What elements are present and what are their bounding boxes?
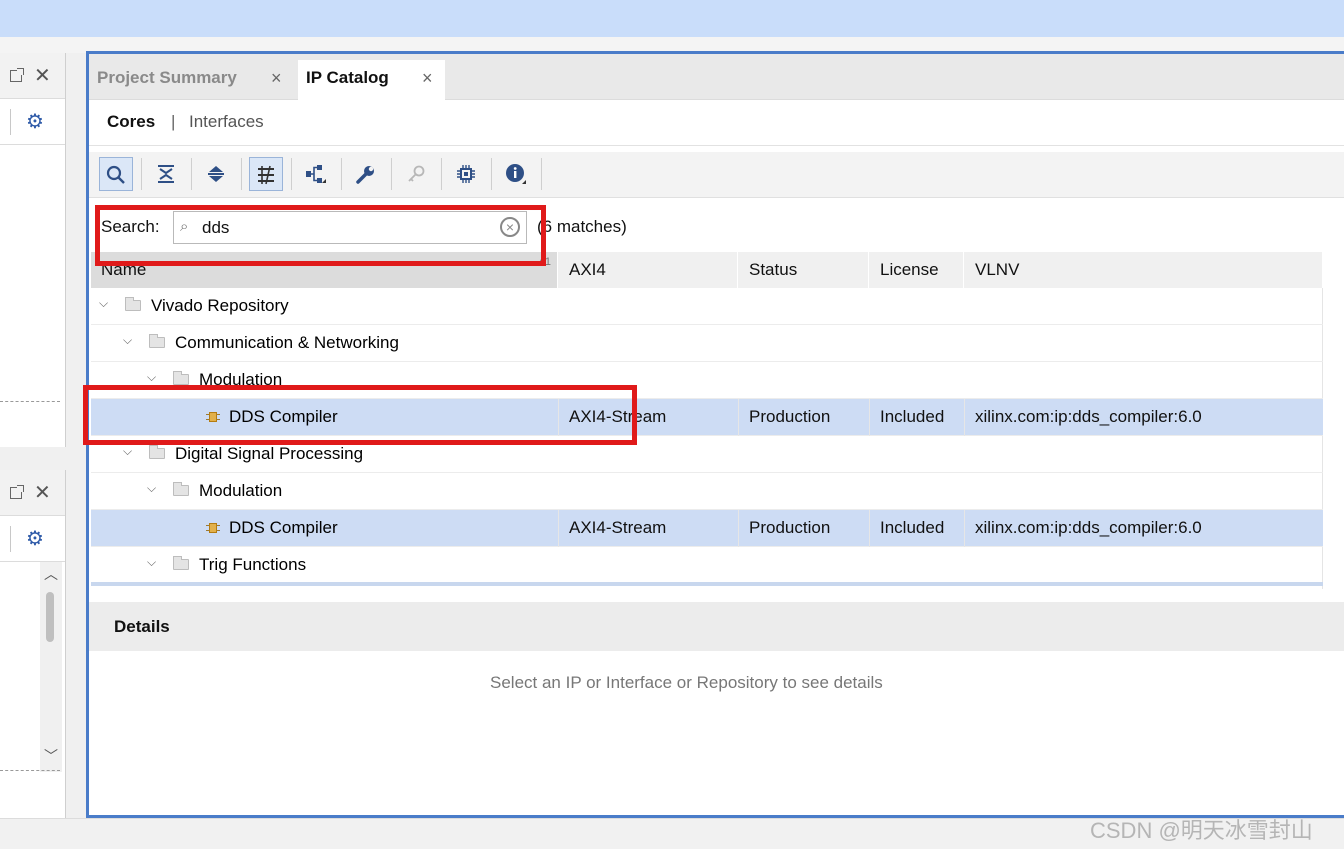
folder-row[interactable]: ⌵ Vivado Repository (91, 288, 1323, 325)
wrench-icon[interactable] (349, 157, 383, 191)
folder-row[interactable]: ⌵ Modulation (91, 473, 1323, 510)
search-icon[interactable] (99, 157, 133, 191)
folder-icon (173, 482, 189, 496)
row-name: Vivado Repository (151, 296, 289, 315)
toolbar-divider (10, 526, 11, 552)
cell-license: Included (880, 518, 945, 537)
toolbar-divider (441, 158, 442, 190)
details-title: Details (114, 617, 170, 636)
column-header-license[interactable]: License (870, 252, 964, 288)
view-switcher: Cores | Interfaces (89, 100, 1344, 146)
details-empty-message: Select an IP or Interface or Repository … (490, 673, 883, 692)
details-header: Details (89, 602, 1344, 651)
title-bar (0, 0, 1344, 37)
scroll-up-icon[interactable]: ︿ (44, 564, 58, 584)
left-panel-toolbar: ⚙ (0, 516, 65, 562)
gear-icon[interactable]: ⚙ (26, 112, 44, 132)
toolbar-divider (341, 158, 342, 190)
row-name: Trig Functions (199, 555, 307, 574)
vertical-scrollbar[interactable]: ︿ ﹀ (40, 562, 62, 772)
expand-all-icon[interactable] (199, 157, 233, 191)
folder-icon (125, 297, 141, 311)
filter-icon[interactable] (249, 157, 283, 191)
tab-project-summary[interactable]: Project Summary × (89, 60, 295, 100)
expand-chevron-icon[interactable]: ⌵ (147, 555, 156, 570)
annotation-box-dds-compiler (83, 385, 637, 445)
expand-chevron-icon[interactable]: ⌵ (147, 370, 156, 385)
splitter[interactable] (0, 401, 60, 402)
cell-license: Included (880, 407, 945, 426)
cell-vlnv: xilinx.com:ip:dds_compiler:6.0 (975, 518, 1202, 537)
cell-vlnv: xilinx.com:ip:dds_compiler:6.0 (975, 407, 1202, 426)
column-label: Status (749, 260, 798, 279)
row-name: Communication & Networking (175, 333, 399, 352)
expand-chevron-icon[interactable]: ⌵ (99, 296, 108, 311)
chip-icon[interactable] (449, 157, 483, 191)
column-label: VLNV (975, 260, 1020, 279)
column-label: AXI4 (569, 260, 606, 279)
column-label: License (880, 260, 939, 279)
float-window-icon[interactable] (10, 485, 24, 499)
left-panel-top: ✕ ⚙ (0, 53, 66, 447)
column-header-axi4[interactable]: AXI4 (559, 252, 738, 288)
annotation-box-search (95, 205, 546, 266)
toolbar-divider (491, 158, 492, 190)
ip-core-icon (206, 521, 220, 535)
folder-row[interactable]: ⌵ Trig Functions (91, 547, 1323, 584)
left-panel-header: ✕ (0, 470, 65, 516)
column-header-status[interactable]: Status (739, 252, 869, 288)
toolbar-divider (191, 158, 192, 190)
column-header-vlnv[interactable]: VLNV (965, 252, 1323, 288)
float-window-icon[interactable] (10, 68, 24, 82)
row-name: Modulation (199, 481, 283, 500)
gear-icon[interactable]: ⚙ (26, 529, 44, 549)
splitter[interactable] (0, 770, 60, 771)
folder-icon (149, 334, 165, 348)
left-panel-header: ✕ (0, 53, 65, 99)
info-icon[interactable] (499, 157, 533, 191)
folder-icon (149, 445, 165, 459)
cell-axi4: AXI4-Stream (569, 518, 667, 537)
close-tab-icon[interactable]: × (422, 60, 433, 96)
scroll-down-icon[interactable]: ﹀ (44, 746, 58, 766)
left-panel-toolbar: ⚙ (0, 99, 65, 145)
tab-label: IP Catalog (306, 68, 389, 87)
left-panel-bottom: ✕ ⚙ ︿ ﹀ (0, 470, 66, 818)
folder-icon (173, 371, 189, 385)
folder-row[interactable]: ⌵ Communication & Networking (91, 325, 1323, 362)
toolbar-divider (541, 158, 542, 190)
toolbar-divider (241, 158, 242, 190)
expand-chevron-icon[interactable]: ⌵ (147, 481, 156, 496)
expand-chevron-icon[interactable]: ⌵ (123, 333, 132, 348)
toolbar-divider (10, 109, 11, 135)
catalog-toolbar (89, 152, 1344, 198)
hierarchy-icon[interactable] (299, 157, 333, 191)
expand-chevron-icon[interactable]: ⌵ (123, 444, 132, 459)
separator: | (171, 112, 176, 131)
toolbar-divider (291, 158, 292, 190)
key-icon[interactable] (399, 157, 433, 191)
close-tab-icon[interactable]: × (271, 60, 282, 96)
interfaces-tab[interactable]: Interfaces (189, 112, 264, 132)
cell-status: Production (749, 407, 831, 426)
toolbar-divider (391, 158, 392, 190)
folder-icon (173, 556, 189, 570)
match-count: (6 matches) (537, 217, 627, 236)
collapse-all-icon[interactable] (149, 157, 183, 191)
toolbar-divider (141, 158, 142, 190)
cell-status: Production (749, 518, 831, 537)
watermark: CSDN @明天冰雪封山 (1090, 818, 1313, 843)
cores-tab[interactable]: Cores (107, 112, 155, 132)
scroll-thumb[interactable] (46, 592, 54, 642)
ip-row[interactable]: DDS Compiler AXI4-Stream Production Include… (91, 510, 1323, 547)
horizontal-scrollbar[interactable] (91, 582, 1323, 586)
tab-label: Project Summary (97, 68, 237, 87)
close-icon[interactable]: ✕ (34, 66, 51, 86)
row-name: DDS Compiler (229, 518, 338, 537)
tab-bar: Project Summary × IP Catalog × (89, 54, 1344, 101)
tab-ip-catalog[interactable]: IP Catalog × (298, 60, 445, 101)
close-icon[interactable]: ✕ (34, 483, 51, 503)
